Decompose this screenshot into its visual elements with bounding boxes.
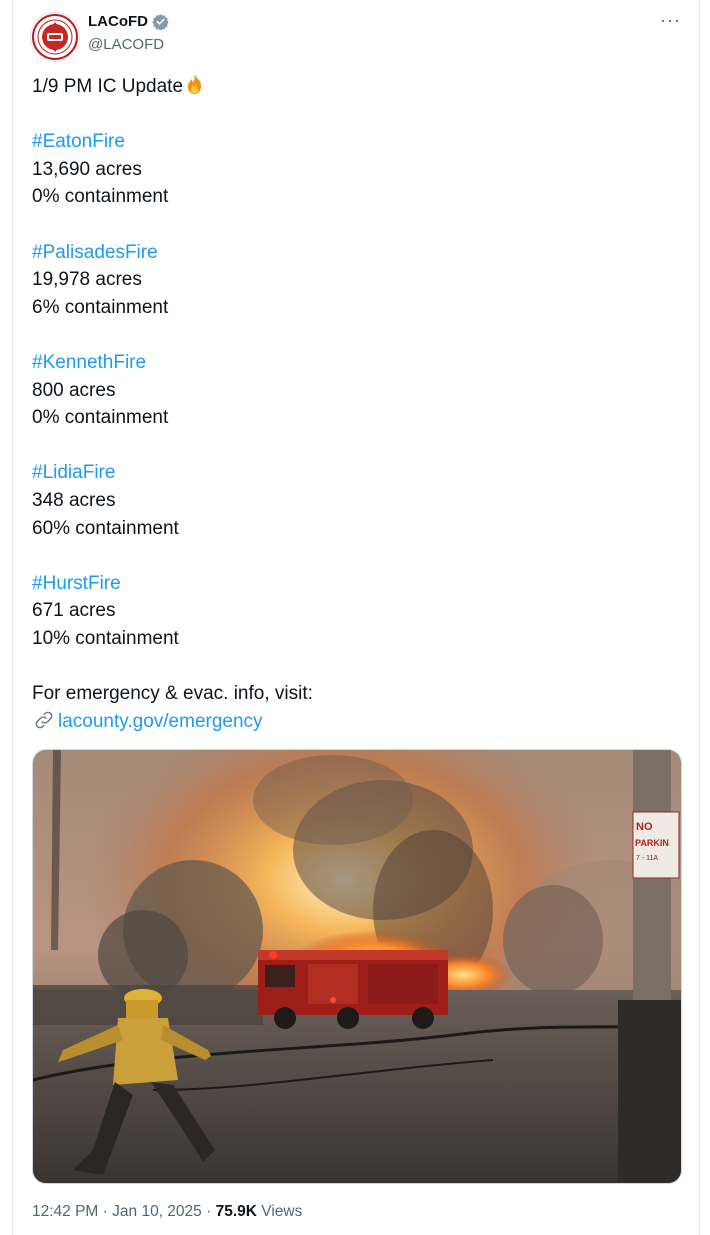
author-handle[interactable]: @LACOFD — [88, 36, 164, 53]
fire-truck — [258, 950, 448, 1029]
tweet-photo[interactable]: NO PARKIN 7 - 11A — [32, 749, 682, 1184]
emergency-info-text: For emergency & evac. info, visit: — [32, 683, 313, 705]
fire-containment: 0% containment — [32, 407, 169, 429]
fire-containment: 10% containment — [32, 627, 179, 649]
fire-containment: 0% containment — [32, 186, 169, 208]
sign-line-2: PARKIN — [635, 838, 669, 848]
sign-line-1: NO — [636, 821, 653, 833]
fire-entry: #PalisadesFire 19,978 acres 6% containme… — [32, 239, 672, 322]
tweet-title: 1/9 PM IC Update — [32, 76, 184, 97]
hashtag-link[interactable]: #KennethFire — [32, 352, 146, 373]
emergency-link-line: lacounty.gov/emergency — [32, 708, 672, 736]
display-name[interactable]: LACoFD — [88, 13, 148, 30]
avatar[interactable] — [30, 12, 80, 62]
meta-separator: · — [206, 1203, 212, 1220]
emergency-link[interactable]: lacounty.gov/emergency — [58, 711, 263, 732]
fire-entry: #KennethFire 800 acres 0% containment — [32, 349, 672, 432]
author-name-row[interactable]: LACoFD — [88, 13, 169, 31]
tweet-time[interactable]: 12:42 PM — [32, 1203, 98, 1220]
views-count[interactable]: 75.9K — [216, 1203, 257, 1220]
link-icon — [32, 709, 56, 740]
fire-acres: 800 acres — [32, 379, 116, 401]
fire-acres: 13,690 acres — [32, 158, 142, 180]
views-label[interactable]: Views — [261, 1203, 302, 1220]
fire-entry: #LidiaFire 348 acres 60% containment — [32, 459, 672, 542]
sign-line-3: 7 - 11A — [636, 855, 658, 862]
fire-acres: 19,978 acres — [32, 269, 142, 291]
hashtag-link[interactable]: #EatonFire — [32, 131, 125, 152]
timeline-border-right — [699, 0, 700, 1235]
hashtag-link[interactable]: #PalisadesFire — [32, 242, 158, 263]
tweet-text: 1/9 PM IC Update #EatonFire 13,690 acres… — [32, 73, 672, 735]
tweet-meta: 12:42 PM · Jan 10, 2025 · 75.9K Views — [32, 1203, 302, 1221]
fire-entry: #HurstFire 671 acres 10% containment — [32, 570, 672, 653]
hashtag-link[interactable]: #HurstFire — [32, 573, 121, 594]
fire-containment: 6% containment — [32, 296, 169, 318]
tweet-title-line: 1/9 PM IC Update — [32, 73, 672, 101]
fire-containment: 60% containment — [32, 517, 179, 539]
hashtag-link[interactable]: #LidiaFire — [32, 462, 115, 483]
fire-entry: #EatonFire 13,690 acres 0% containment — [32, 128, 672, 211]
fire-department-seal-icon — [32, 14, 78, 60]
fire-emoji-icon — [184, 73, 205, 104]
fire-acres: 671 acres — [32, 600, 116, 622]
fire-acres: 348 acres — [32, 489, 116, 511]
meta-separator: · — [102, 1203, 108, 1220]
tweet-date[interactable]: Jan 10, 2025 — [112, 1203, 202, 1220]
verified-badge-icon — [152, 13, 169, 31]
more-options-icon[interactable]: ··· — [660, 10, 681, 31]
timeline-border-left — [12, 0, 13, 1235]
